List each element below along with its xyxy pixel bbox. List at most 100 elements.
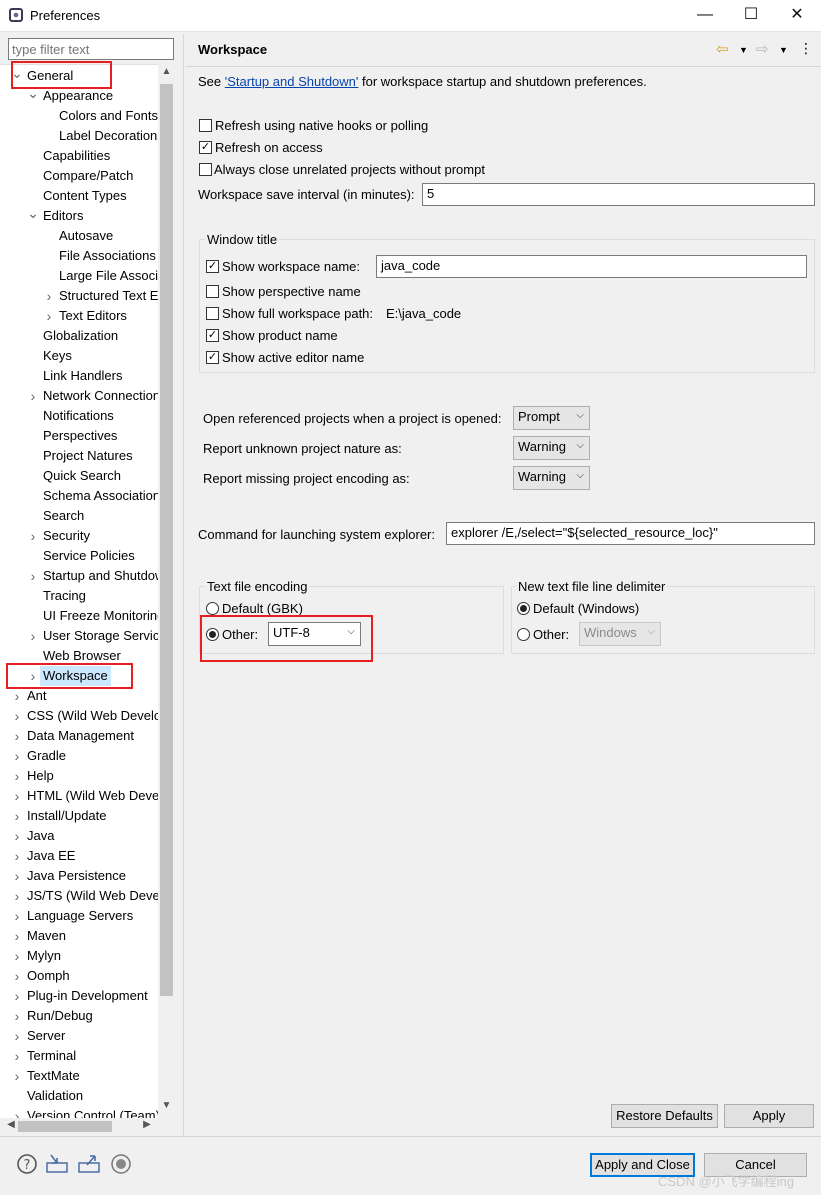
show-product-checkbox[interactable]: ✓	[206, 329, 219, 342]
unknown-nature-select[interactable]: Warning ⌵	[513, 436, 590, 460]
scroll-down-arrow-icon[interactable]: ▼	[158, 1100, 175, 1116]
open-referenced-select[interactable]: Prompt ⌵	[513, 406, 590, 430]
tree-item-schema-associations[interactable]: Schema Associations	[43, 486, 167, 506]
tree-item-data-management[interactable]: Data Management	[27, 726, 134, 746]
tree-item-network-connections[interactable]: Network Connections	[43, 386, 167, 406]
tree-item-project-natures[interactable]: Project Natures	[43, 446, 133, 466]
tree-collapsed-chevron-icon[interactable]: ›	[11, 826, 23, 846]
restore-defaults-button[interactable]: Restore Defaults	[611, 1104, 718, 1128]
tree-item-colors-and-fonts[interactable]: Colors and Fonts	[59, 106, 158, 126]
tree-collapsed-chevron-icon[interactable]: ›	[11, 926, 23, 946]
tree-item-help[interactable]: Help	[27, 766, 54, 786]
tree-collapsed-chevron-icon[interactable]: ›	[11, 886, 23, 906]
tree-collapsed-chevron-icon[interactable]: ›	[11, 686, 23, 706]
tree-collapsed-chevron-icon[interactable]: ›	[27, 386, 39, 406]
tree-collapsed-chevron-icon[interactable]: ›	[11, 1026, 23, 1046]
show-perspective-checkbox[interactable]	[206, 285, 219, 298]
tree-expanded-chevron-icon[interactable]: ⌄	[27, 86, 39, 106]
tree-collapsed-chevron-icon[interactable]: ›	[11, 726, 23, 746]
startup-shutdown-link[interactable]: 'Startup and Shutdown'	[225, 74, 359, 89]
tree-item-terminal[interactable]: Terminal	[27, 1046, 76, 1066]
delimiter-default-radio[interactable]	[517, 602, 530, 615]
tree-item-java-persistence[interactable]: Java Persistence	[27, 866, 126, 886]
tree-item-startup-and-shutdown[interactable]: Startup and Shutdown	[43, 566, 172, 586]
tree-item-search[interactable]: Search	[43, 506, 84, 526]
tree-item-notifications[interactable]: Notifications	[43, 406, 114, 426]
tree-collapsed-chevron-icon[interactable]: ›	[11, 866, 23, 886]
close-button[interactable]: ✕	[774, 0, 820, 30]
scroll-up-arrow-icon[interactable]: ▲	[158, 66, 175, 82]
tree-item-install-update[interactable]: Install/Update	[27, 806, 107, 826]
show-full-path-checkbox[interactable]	[206, 307, 219, 320]
missing-encoding-select[interactable]: Warning ⌵	[513, 466, 590, 490]
refresh-access-checkbox[interactable]: ✓	[199, 141, 212, 154]
export-icon[interactable]	[77, 1153, 101, 1177]
tree-item-tracing[interactable]: Tracing	[43, 586, 86, 606]
tree-item-compare-patch[interactable]: Compare/Patch	[43, 166, 133, 186]
record-icon[interactable]	[109, 1153, 133, 1177]
forward-arrow-icon[interactable]: ⇨	[756, 40, 769, 58]
tree-collapsed-chevron-icon[interactable]: ›	[11, 966, 23, 986]
tree-collapsed-chevron-icon[interactable]: ›	[11, 786, 23, 806]
tree-collapsed-chevron-icon[interactable]: ›	[11, 1066, 23, 1086]
tree-item-maven[interactable]: Maven	[27, 926, 66, 946]
tree-item-editors[interactable]: Editors	[43, 206, 83, 226]
tree-item-js-ts-wild-web-developer[interactable]: JS/TS (Wild Web Developer)	[27, 886, 175, 906]
tree-item-label-decorations[interactable]: Label Decorations	[59, 126, 164, 146]
tree-item-html-wild-web-developer[interactable]: HTML (Wild Web Developer)	[27, 786, 175, 806]
tree-item-java-ee[interactable]: Java EE	[27, 846, 75, 866]
tree-item-perspectives[interactable]: Perspectives	[43, 426, 117, 446]
filter-input[interactable]	[8, 38, 174, 60]
back-arrow-icon[interactable]: ⇦	[716, 40, 729, 58]
tree-item-java[interactable]: Java	[27, 826, 54, 846]
tree-collapsed-chevron-icon[interactable]: ›	[11, 946, 23, 966]
tree-collapsed-chevron-icon[interactable]: ›	[11, 1006, 23, 1026]
tree-collapsed-chevron-icon[interactable]: ›	[43, 306, 55, 326]
show-workspace-name-checkbox[interactable]: ✓	[206, 260, 219, 273]
tree-expanded-chevron-icon[interactable]: ⌄	[27, 206, 39, 226]
always-close-checkbox[interactable]	[199, 163, 212, 176]
tree-collapsed-chevron-icon[interactable]: ›	[11, 766, 23, 786]
tree-vertical-scroll-thumb[interactable]	[160, 84, 173, 996]
tree-item-autosave[interactable]: Autosave	[59, 226, 113, 246]
tree-item-link-handlers[interactable]: Link Handlers	[43, 366, 123, 386]
import-icon[interactable]	[45, 1153, 69, 1177]
scroll-right-arrow-icon[interactable]: ▶	[140, 1119, 154, 1130]
tree-item-server[interactable]: Server	[27, 1026, 65, 1046]
workspace-name-input[interactable]: java_code	[376, 255, 807, 278]
tree-collapsed-chevron-icon[interactable]: ›	[11, 986, 23, 1006]
tree-item-quick-search[interactable]: Quick Search	[43, 466, 121, 486]
tree-item-mylyn[interactable]: Mylyn	[27, 946, 61, 966]
encoding-default-radio[interactable]	[206, 602, 219, 615]
tree-item-language-servers[interactable]: Language Servers	[27, 906, 133, 926]
tree-item-validation[interactable]: Validation	[27, 1086, 83, 1106]
tree-item-globalization[interactable]: Globalization	[43, 326, 118, 346]
help-icon[interactable]: ?	[15, 1153, 39, 1177]
tree-collapsed-chevron-icon[interactable]: ›	[11, 906, 23, 926]
preference-tree[interactable]: ⌄ General ⌄ Appearance Colors and Fonts Label…	[0, 64, 175, 1120]
tree-item-gradle[interactable]: Gradle	[27, 746, 66, 766]
apply-button[interactable]: Apply	[724, 1104, 814, 1128]
minimize-button[interactable]: —	[682, 0, 728, 30]
tree-item-appearance[interactable]: Appearance	[43, 86, 113, 106]
tree-collapsed-chevron-icon[interactable]: ›	[27, 626, 39, 646]
tree-collapsed-chevron-icon[interactable]: ›	[11, 1046, 23, 1066]
back-menu-chevron-icon[interactable]: ▼	[739, 45, 748, 55]
maximize-button[interactable]: ☐	[728, 0, 774, 30]
tree-item-ui-freeze-monitoring[interactable]: UI Freeze Monitoring	[43, 606, 164, 626]
tree-collapsed-chevron-icon[interactable]: ›	[27, 526, 39, 546]
delimiter-other-radio[interactable]	[517, 628, 530, 641]
pane-divider[interactable]	[183, 34, 184, 1136]
tree-item-plug-in-development[interactable]: Plug-in Development	[27, 986, 148, 1006]
save-interval-input[interactable]: 5	[422, 183, 815, 206]
refresh-native-checkbox[interactable]	[199, 119, 212, 132]
tree-collapsed-chevron-icon[interactable]: ›	[11, 806, 23, 826]
tree-item-file-associations[interactable]: File Associations	[59, 246, 156, 266]
tree-item-ant[interactable]: Ant	[27, 686, 47, 706]
tree-item-content-types[interactable]: Content Types	[43, 186, 127, 206]
tree-item-oomph[interactable]: Oomph	[27, 966, 70, 986]
forward-menu-chevron-icon[interactable]: ▼	[779, 45, 788, 55]
tree-item-service-policies[interactable]: Service Policies	[43, 546, 135, 566]
tree-item-security[interactable]: Security	[43, 526, 90, 546]
tree-collapsed-chevron-icon[interactable]: ›	[11, 706, 23, 726]
